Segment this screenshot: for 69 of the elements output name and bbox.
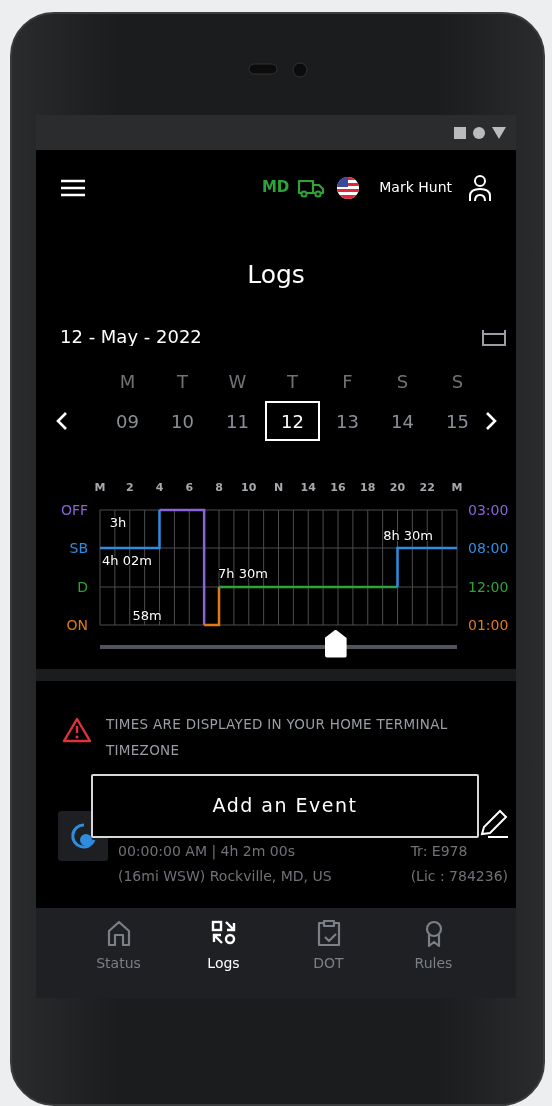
- speaker-icon: [247, 62, 278, 76]
- weekday-label: T: [286, 369, 299, 394]
- status-total: 03:00: [468, 501, 509, 518]
- day-button[interactable]: 13: [320, 400, 375, 441]
- nav-tab[interactable]: Logs: [183, 918, 264, 998]
- chevron-right-icon: [485, 410, 497, 431]
- event-time: 00:00:00 AM | 4h 2m 00s: [118, 841, 296, 862]
- day-button[interactable]: 11: [210, 400, 265, 441]
- edit-icon[interactable]: [478, 808, 510, 839]
- hour-label: 20: [389, 480, 406, 494]
- trailer-label: Tr: E978: [410, 841, 469, 861]
- duration-label: 8h 30m: [383, 527, 433, 543]
- date-label: 12 - May - 2022: [60, 329, 202, 346]
- hour-label: 16: [330, 480, 346, 494]
- status-label: OFF: [60, 501, 88, 518]
- square-icon: [454, 126, 466, 139]
- calendar-icon[interactable]: [482, 329, 506, 346]
- page-title: Logs: [246, 259, 306, 291]
- status-label: SB: [69, 539, 88, 556]
- nav-tab[interactable]: Rules: [393, 918, 474, 998]
- day-button[interactable]: 10: [155, 400, 210, 441]
- hour-label: 6: [185, 480, 194, 494]
- triangle-icon: [492, 126, 506, 139]
- hour-label: M: [94, 480, 106, 494]
- status-total: 08:00: [468, 539, 509, 556]
- nav-tab[interactable]: Status: [78, 918, 159, 998]
- camera-icon: [291, 62, 308, 78]
- add-event-button[interactable]: Add an Event: [91, 773, 479, 838]
- day-button[interactable]: 14: [375, 400, 430, 441]
- slider-thumb[interactable]: [324, 629, 347, 658]
- day-button[interactable]: 09: [100, 400, 155, 441]
- hour-label: 2: [125, 480, 134, 494]
- grid-arrows-icon: [209, 919, 238, 947]
- day-button[interactable]: 15: [430, 400, 485, 441]
- notice-text: TIMES ARE DISPLAYED IN YOUR HOME TERMINAL TIMEZONE: [106, 714, 449, 760]
- flag-icon: [337, 176, 360, 199]
- status-label: ON: [66, 616, 88, 633]
- duration-label: 58m: [132, 607, 162, 623]
- warning-icon: [62, 716, 92, 743]
- duration-label: 7h 30m: [218, 565, 268, 581]
- weekday-label: W: [227, 369, 248, 394]
- hour-label: 22: [419, 480, 435, 494]
- weekday-label: M: [118, 369, 137, 394]
- nav-tab[interactable]: DOT: [288, 918, 369, 998]
- circle-icon: [473, 126, 485, 139]
- hour-label: M: [451, 480, 463, 494]
- weekday-label: S: [450, 369, 465, 394]
- duration-label: 3h: [109, 514, 127, 530]
- user-name: Mark Hunt: [379, 178, 452, 197]
- weekday-label: T: [176, 369, 189, 394]
- license-label: (Lic : 784236): [410, 866, 508, 886]
- hour-label: 14: [300, 480, 316, 494]
- chevron-left-icon: [56, 410, 68, 431]
- weekday-label: S: [395, 369, 410, 394]
- day-button[interactable]: 12: [265, 400, 320, 441]
- status-total: 01:00: [468, 616, 509, 633]
- state-label: MD: [261, 177, 290, 199]
- hour-label: N: [273, 480, 284, 494]
- hour-label: 10: [241, 480, 257, 494]
- hour-label: 4: [155, 480, 164, 494]
- hour-label: 18: [360, 480, 376, 494]
- duration-label: 4h 02m: [102, 552, 152, 568]
- weekday-label: F: [341, 369, 354, 394]
- event-location: (16mi WSW) Rockville, MD, US: [118, 866, 333, 886]
- hour-label: 8: [215, 480, 223, 494]
- status-total: 12:00: [468, 578, 509, 595]
- status-label: D: [77, 578, 88, 595]
- menu-icon[interactable]: [60, 177, 86, 198]
- user-icon[interactable]: [468, 173, 492, 202]
